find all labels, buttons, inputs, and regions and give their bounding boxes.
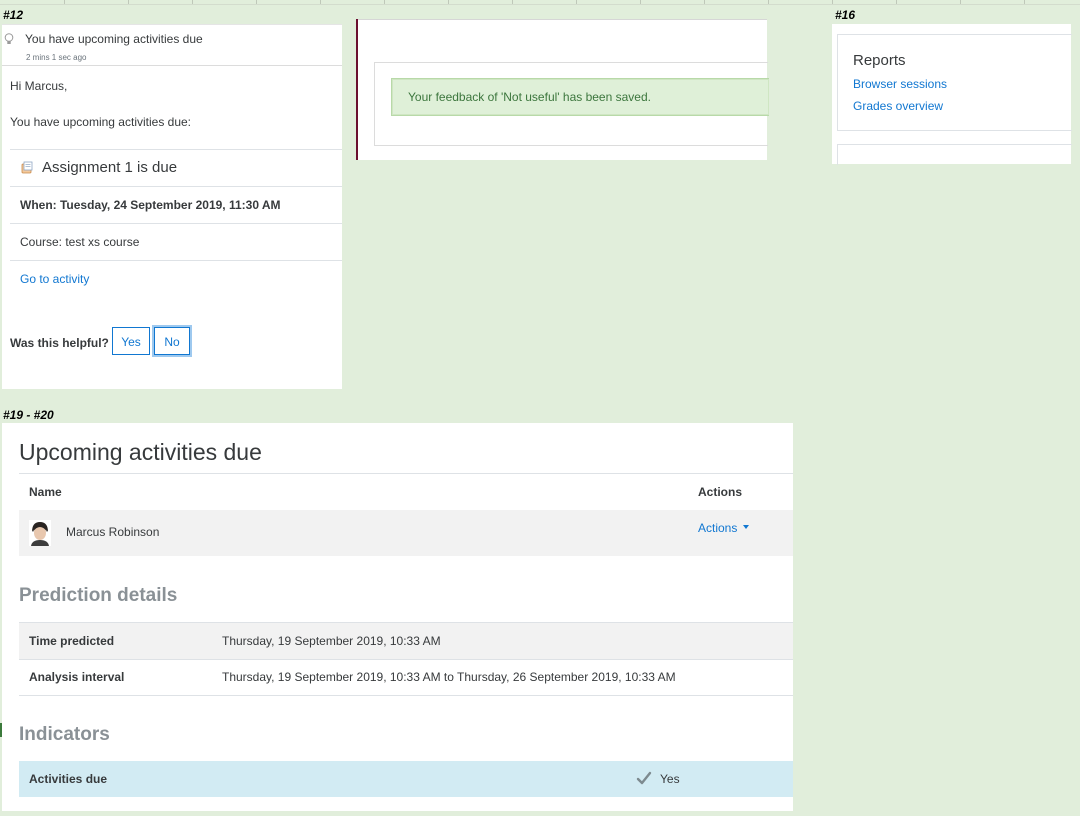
edge-marker	[0, 723, 2, 737]
prediction-details-heading: Prediction details	[19, 585, 178, 606]
detail-row-analysis-interval: Analysis interval Thursday, 19 September…	[19, 659, 793, 696]
column-header-actions: Actions	[698, 485, 743, 499]
indicator-value: Yes	[660, 772, 680, 786]
section-label-12: #12	[3, 8, 24, 22]
column-header-name: Name	[29, 485, 62, 499]
indicator-label: Activities due	[29, 772, 108, 786]
notification-header[interactable]: You have upcoming activities due 2 mins …	[2, 24, 342, 66]
prediction-panel: Upcoming activities due Name Actions Mar…	[2, 423, 793, 811]
reports-title: Reports	[853, 52, 906, 69]
checkmark-icon	[636, 771, 652, 785]
user-avatar	[29, 520, 51, 546]
helpful-yes-button[interactable]: Yes	[112, 327, 150, 355]
go-to-activity-link[interactable]: Go to activity	[10, 261, 342, 297]
activity-card: Assignment 1 is due When: Tuesday, 24 Se…	[10, 149, 342, 297]
helpful-question: Was this helpful?	[10, 336, 109, 350]
section-label-16: #16	[835, 8, 856, 22]
grades-overview-link[interactable]: Grades overview	[853, 99, 943, 113]
browser-sessions-link[interactable]: Browser sessions	[853, 77, 947, 91]
table-row: Marcus Robinson Actions	[19, 510, 793, 556]
actions-dropdown[interactable]: Actions	[698, 521, 750, 535]
lightbulb-icon	[4, 33, 14, 44]
divider	[358, 19, 767, 20]
next-block	[837, 144, 1072, 165]
notification-title: You have upcoming activities due	[25, 32, 203, 46]
detail-value: Thursday, 19 September 2019, 10:33 AM to…	[222, 670, 676, 684]
activity-title-row: Assignment 1 is due	[10, 150, 342, 187]
feedback-panel: Your feedback of 'Not useful' has been s…	[356, 19, 769, 160]
assignment-icon	[21, 161, 33, 173]
caret-down-icon	[743, 525, 750, 530]
ruler	[0, 0, 1080, 5]
section-label-19-20: #19 - #20	[3, 408, 54, 422]
page-title: Upcoming activities due	[19, 439, 262, 465]
success-alert: Your feedback of 'Not useful' has been s…	[391, 78, 769, 116]
indicator-row: Activities due Yes	[19, 761, 793, 797]
intro-text: You have upcoming activities due:	[10, 115, 192, 129]
detail-label: Analysis interval	[29, 670, 125, 684]
greeting-text: Hi Marcus,	[10, 79, 68, 93]
activity-title: Assignment 1 is due	[42, 159, 178, 176]
reports-panel: Reports Browser sessions Grades overview	[832, 24, 1072, 165]
notification-panel: You have upcoming activities due 2 mins …	[2, 24, 342, 389]
helpful-no-button[interactable]: No	[154, 327, 190, 355]
feedback-card: Your feedback of 'Not useful' has been s…	[374, 62, 769, 146]
detail-value: Thursday, 19 September 2019, 10:33 AM	[222, 634, 441, 648]
detail-row-time-predicted: Time predicted Thursday, 19 September 20…	[19, 622, 793, 660]
activity-course: Course: test xs course	[10, 224, 342, 261]
success-alert-text: Your feedback of 'Not useful' has been s…	[408, 90, 651, 104]
notification-timestamp: 2 mins 1 sec ago	[26, 53, 87, 62]
indicators-heading: Indicators	[19, 724, 110, 745]
table-header: Name Actions	[19, 473, 793, 511]
detail-label: Time predicted	[29, 634, 115, 648]
actions-dropdown-label: Actions	[698, 521, 738, 535]
activity-when: When: Tuesday, 24 September 2019, 11:30 …	[10, 187, 342, 224]
user-name[interactable]: Marcus Robinson	[66, 525, 159, 539]
reports-block: Reports Browser sessions Grades overview	[837, 34, 1072, 131]
